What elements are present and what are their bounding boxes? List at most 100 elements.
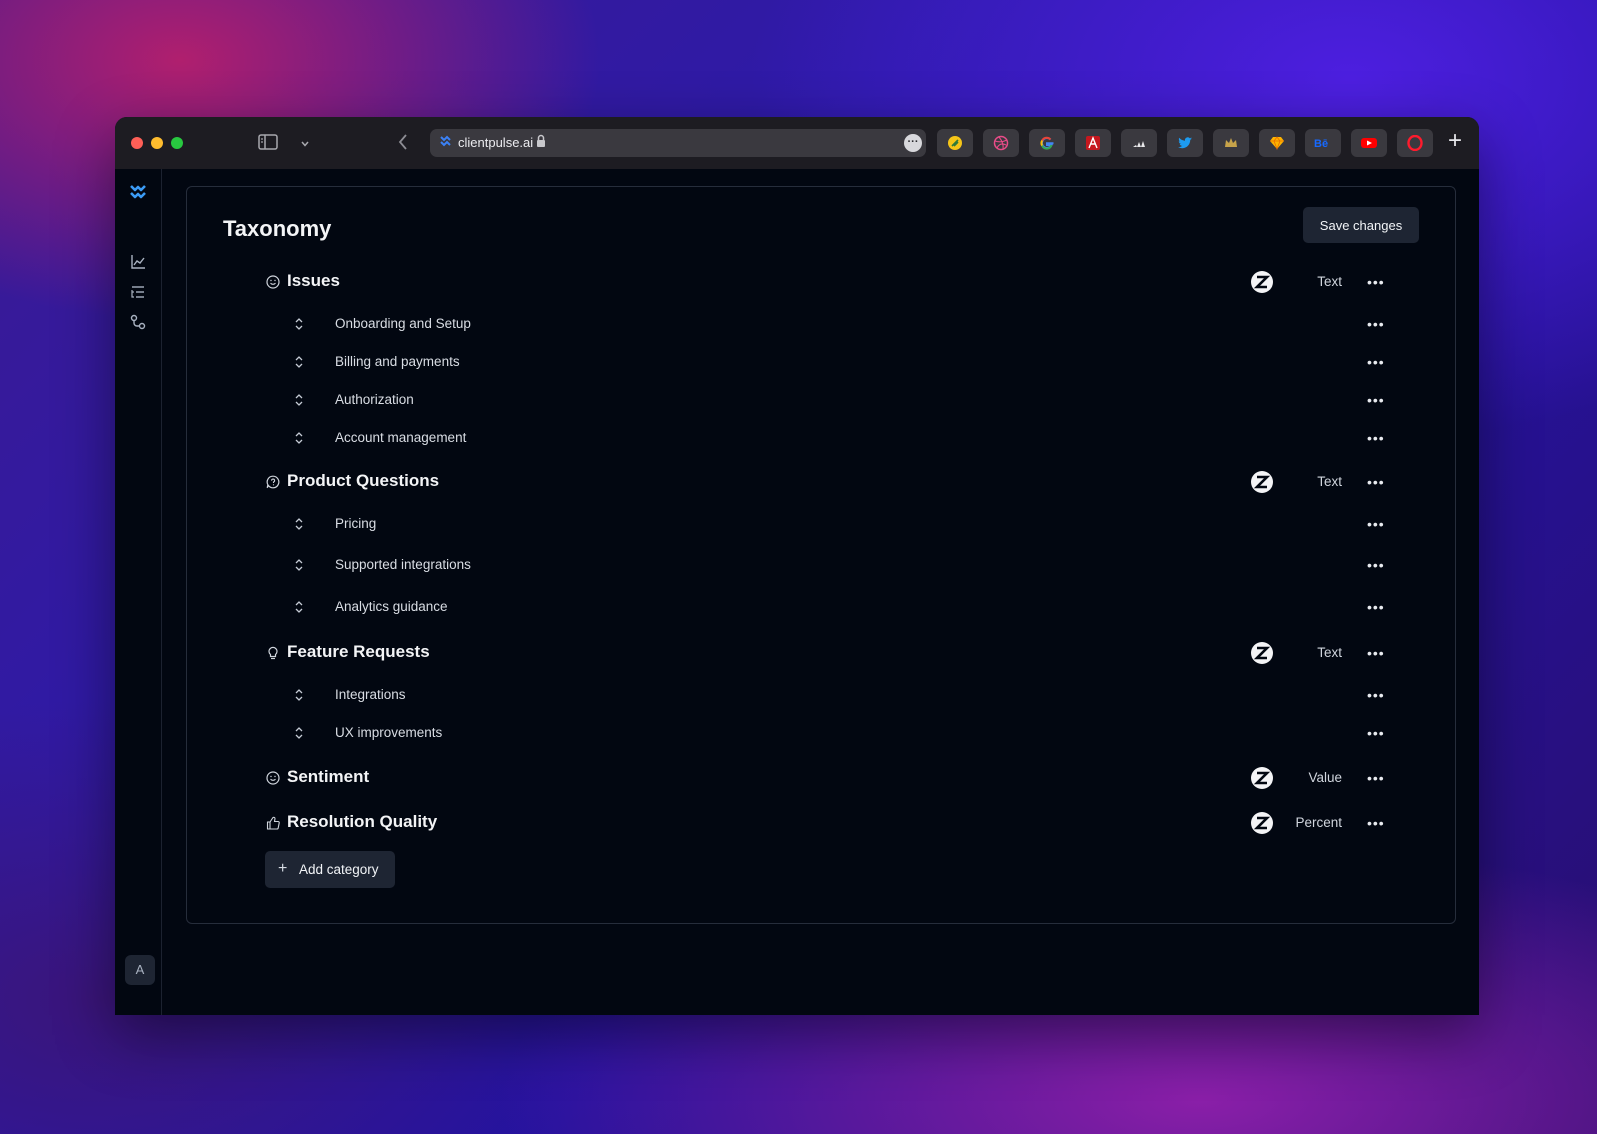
browser-toolbar: clientpulse.ai ··· Bē + xyxy=(115,117,1479,169)
reorder-handle-icon[interactable] xyxy=(293,431,305,445)
reorder-handle-icon[interactable] xyxy=(293,355,305,369)
more-options-icon[interactable]: ••• xyxy=(1367,646,1384,660)
site-favicon xyxy=(440,135,452,152)
more-options-icon[interactable]: ••• xyxy=(1367,688,1384,702)
reorder-handle-icon[interactable] xyxy=(293,393,305,407)
close-window-button[interactable] xyxy=(131,137,143,149)
category-name: Issues xyxy=(287,271,340,290)
category-type: Text xyxy=(1317,645,1342,660)
smile-icon xyxy=(266,771,280,785)
adobe-extension-icon[interactable] xyxy=(1075,129,1111,157)
category-type: Text xyxy=(1317,274,1342,289)
page-title: Taxonomy xyxy=(223,216,332,241)
category-name: Resolution Quality xyxy=(287,812,438,831)
category-name: Feature Requests xyxy=(287,642,430,661)
minimize-window-button[interactable] xyxy=(151,137,163,149)
subcategory-name: Billing and payments xyxy=(335,354,460,369)
sketch-extension-icon[interactable] xyxy=(1259,129,1295,157)
taxonomy-card: Taxonomy Save changes Issues Text ••• On… xyxy=(186,186,1456,924)
address-bar[interactable]: clientpulse.ai ··· xyxy=(430,129,926,157)
chevron-down-icon[interactable] xyxy=(300,136,310,152)
lightbulb-icon xyxy=(266,646,280,660)
subcategory-row[interactable]: Pricing ••• xyxy=(187,515,1455,533)
category-row-sentiment[interactable]: Sentiment Value ••• xyxy=(187,766,1455,790)
subcategory-row[interactable]: Authorization ••• xyxy=(187,391,1455,409)
more-options-icon[interactable]: ••• xyxy=(1367,475,1384,489)
subcategory-name: Supported integrations xyxy=(335,557,471,572)
subcategory-row[interactable]: Onboarding and Setup ••• xyxy=(187,315,1455,333)
subcategory-name: Authorization xyxy=(335,392,414,407)
category-row-issues[interactable]: Issues Text ••• xyxy=(187,270,1455,294)
analytics-icon[interactable] xyxy=(129,253,147,271)
category-name: Product Questions xyxy=(287,471,440,490)
more-options-icon[interactable]: ••• xyxy=(1367,726,1384,740)
category-row-product-questions[interactable]: Product Questions Text ••• xyxy=(187,470,1455,494)
more-options-icon[interactable]: ••• xyxy=(1367,816,1384,830)
subcategory-name: Analytics guidance xyxy=(335,599,448,614)
reorder-handle-icon[interactable] xyxy=(293,558,305,572)
zoom-window-button[interactable] xyxy=(171,137,183,149)
youtube-extension-icon[interactable] xyxy=(1351,129,1387,157)
category-row-resolution-quality[interactable]: Resolution Quality Percent ••• xyxy=(187,811,1455,835)
reorder-handle-icon[interactable] xyxy=(293,688,305,702)
svg-text:Bē: Bē xyxy=(1314,138,1328,149)
subcategory-row[interactable]: Billing and payments ••• xyxy=(187,353,1455,371)
reorder-handle-icon[interactable] xyxy=(293,517,305,531)
more-options-icon[interactable]: ··· xyxy=(904,134,922,152)
subcategory-row[interactable]: Account management ••• xyxy=(187,429,1455,447)
browser-window: clientpulse.ai ··· Bē + A Taxonomy Save … xyxy=(115,117,1479,1015)
new-tab-button[interactable]: + xyxy=(1448,126,1462,156)
add-category-button[interactable]: + Add category xyxy=(265,851,395,888)
dribbble-extension-icon[interactable] xyxy=(983,129,1019,157)
chat-question-icon xyxy=(266,475,280,489)
thumbs-up-icon xyxy=(266,816,280,830)
crown-extension-icon[interactable] xyxy=(1213,129,1249,157)
integrations-icon[interactable] xyxy=(129,313,147,331)
subcategory-row[interactable]: UX improvements ••• xyxy=(187,724,1455,742)
subcategory-row[interactable]: Supported integrations ••• xyxy=(187,556,1455,574)
reorder-handle-icon[interactable] xyxy=(293,600,305,614)
opera-extension-icon[interactable] xyxy=(1397,129,1433,157)
adidas-extension-icon[interactable] xyxy=(1121,129,1157,157)
category-type: Percent xyxy=(1295,815,1342,830)
google-extension-icon[interactable] xyxy=(1029,129,1065,157)
category-name: Sentiment xyxy=(287,767,370,786)
add-category-label: Add category xyxy=(299,862,379,877)
zendesk-icon xyxy=(1251,642,1273,664)
plus-icon: + xyxy=(278,860,288,877)
subcategory-name: Pricing xyxy=(335,516,377,531)
save-changes-button[interactable]: Save changes xyxy=(1303,207,1419,243)
subcategory-row[interactable]: Integrations ••• xyxy=(187,686,1455,704)
behance-extension-icon[interactable]: Bē xyxy=(1305,129,1341,157)
taxonomy-list-icon[interactable] xyxy=(129,283,147,301)
url-text: clientpulse.ai xyxy=(458,135,534,150)
zendesk-icon xyxy=(1251,812,1273,834)
back-arrow-icon[interactable] xyxy=(397,133,409,154)
more-options-icon[interactable]: ••• xyxy=(1367,600,1384,614)
subcategory-name: UX improvements xyxy=(335,725,443,740)
subcategory-name: Integrations xyxy=(335,687,406,702)
coin-extension-icon[interactable] xyxy=(937,129,973,157)
more-options-icon[interactable]: ••• xyxy=(1367,558,1384,572)
category-row-feature-requests[interactable]: Feature Requests Text ••• xyxy=(187,641,1455,665)
sidebar-toggle-icon[interactable] xyxy=(258,133,278,154)
twitter-extension-icon[interactable] xyxy=(1167,129,1203,157)
reorder-handle-icon[interactable] xyxy=(293,317,305,331)
app-sidebar: A xyxy=(115,169,162,1015)
more-options-icon[interactable]: ••• xyxy=(1367,517,1384,531)
user-avatar[interactable]: A xyxy=(125,955,155,985)
more-options-icon[interactable]: ••• xyxy=(1367,317,1384,331)
more-options-icon[interactable]: ••• xyxy=(1367,275,1384,289)
subcategory-row[interactable]: Analytics guidance ••• xyxy=(187,598,1455,616)
zendesk-icon xyxy=(1251,767,1273,789)
more-options-icon[interactable]: ••• xyxy=(1367,393,1384,407)
reorder-handle-icon[interactable] xyxy=(293,726,305,740)
category-type: Value xyxy=(1308,770,1342,785)
more-options-icon[interactable]: ••• xyxy=(1367,431,1384,445)
smile-icon xyxy=(266,275,280,289)
subcategory-name: Onboarding and Setup xyxy=(335,316,471,331)
more-options-icon[interactable]: ••• xyxy=(1367,771,1384,785)
app-logo-icon[interactable] xyxy=(128,182,148,202)
more-options-icon[interactable]: ••• xyxy=(1367,355,1384,369)
category-type: Text xyxy=(1317,474,1342,489)
